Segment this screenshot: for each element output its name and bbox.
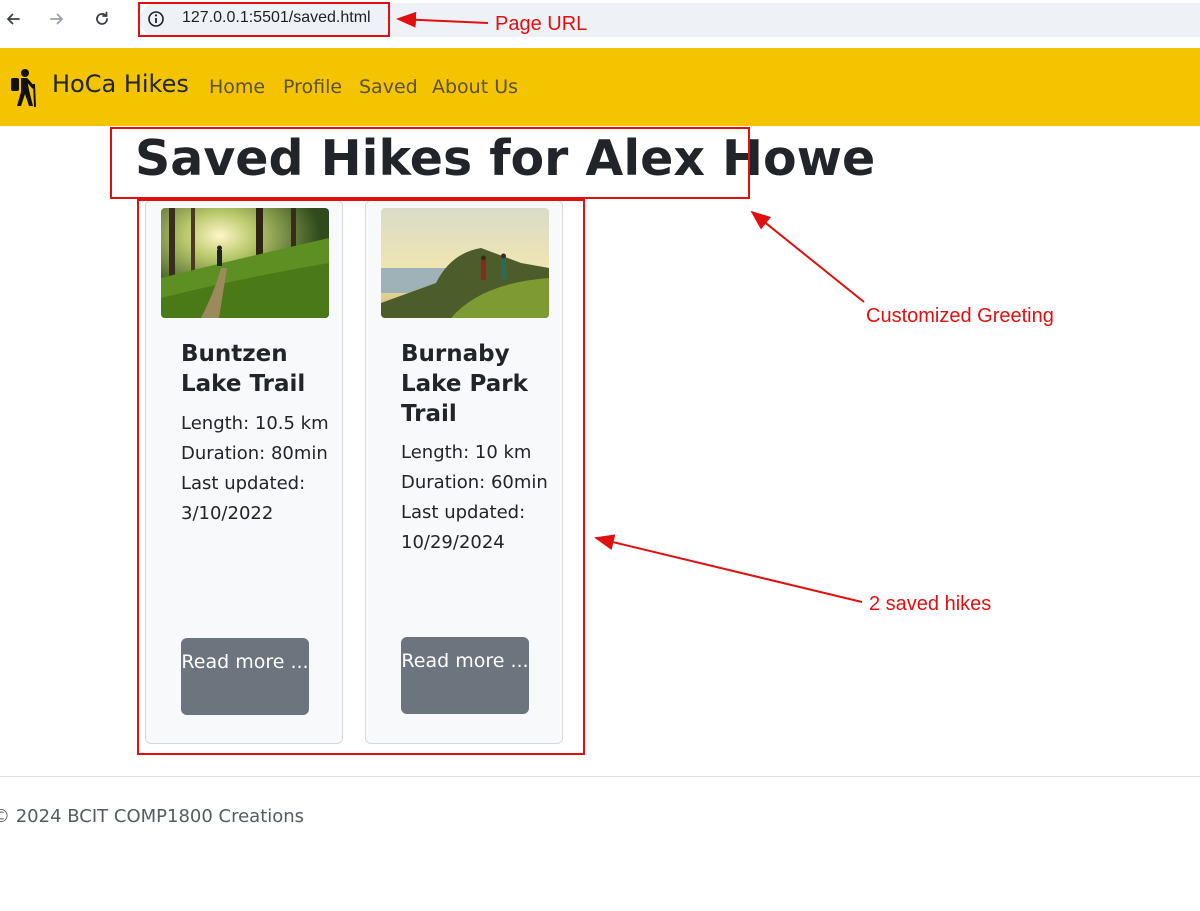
reload-icon[interactable] — [89, 6, 115, 32]
footer-copyright: © 2024 BCIT COMP1800 Creations — [0, 806, 305, 827]
brand-name[interactable]: HoCa Hikes — [52, 70, 189, 98]
app-navbar: HoCa Hikes Home Profile Saved About Us — [0, 48, 1200, 126]
annotation-box-greeting — [110, 127, 750, 199]
annotation-label-saved-hikes: 2 saved hikes — [869, 593, 992, 615]
annotation-arrow-saved-hikes — [594, 534, 863, 603]
back-arrow-icon[interactable] — [0, 6, 26, 32]
annotation-label-greeting: Customized Greeting — [866, 305, 1054, 327]
annotation-arrow-greeting — [750, 210, 865, 303]
nav-profile[interactable]: Profile — [283, 76, 342, 98]
nav-home[interactable]: Home — [209, 76, 265, 98]
hiker-logo-icon[interactable] — [8, 68, 38, 108]
forward-arrow-icon[interactable] — [44, 6, 70, 32]
annotation-label-url: Page URL — [495, 13, 588, 35]
footer-divider — [0, 776, 1200, 777]
annotation-box-url — [138, 2, 390, 37]
annotation-box-saved-hikes — [137, 199, 585, 755]
nav-saved[interactable]: Saved — [359, 76, 418, 98]
nav-about-us[interactable]: About Us — [432, 76, 518, 98]
